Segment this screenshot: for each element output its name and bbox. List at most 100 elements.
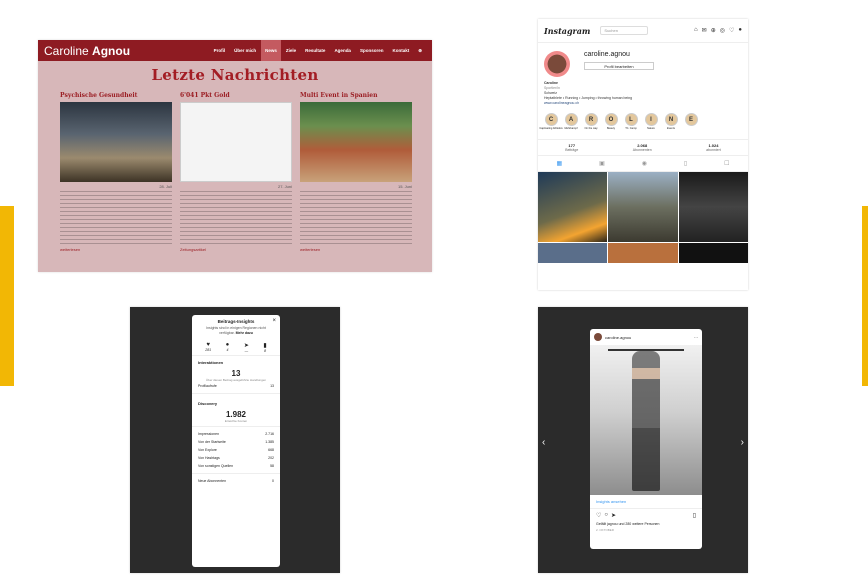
news-article[interactable]: Psychische Gesundheit 28. Juli weiterles… [60, 92, 172, 252]
menu-item-ueber-mich[interactable]: Über mich [230, 40, 260, 61]
menu-item-resultate[interactable]: Resultate [301, 40, 329, 61]
post-thumbnail[interactable] [538, 243, 608, 263]
bookmark-icon[interactable]: ▯ [693, 512, 696, 519]
post-thumbnail[interactable] [538, 172, 608, 242]
highlight-letter: N [664, 113, 678, 126]
stat-posts[interactable]: 177 Beiträge [565, 143, 578, 152]
divider [192, 473, 280, 474]
home-icon[interactable]: ⌂ [694, 27, 698, 34]
post-thumbnail[interactable] [608, 243, 678, 263]
highlight-item[interactable]: R On the way [584, 113, 598, 130]
instagram-post-screenshot: ‹ › caroline.agnou ⋯ Insights ansehen ♡ … [538, 307, 748, 573]
metric-row: Von sonstigen Quellen 58 [192, 462, 280, 470]
profile-name-block: caroline.agnou Profil bearbeiten [584, 51, 654, 77]
instagram-logo[interactable]: Instagram [544, 26, 590, 36]
stat-followers[interactable]: 2.068 Abonnenten [633, 143, 652, 152]
post-thumbnail[interactable] [678, 243, 748, 263]
read-more-link[interactable]: Zeitungsartikel [180, 247, 292, 252]
menu-item-kontakt[interactable]: Kontakt [388, 40, 413, 61]
highlight-item[interactable]: N Events [664, 113, 678, 130]
highlight-item[interactable]: I Nature [644, 113, 658, 130]
logo-last-name: Agnou [92, 43, 131, 58]
highlight-letter: O [604, 113, 618, 126]
highlight-item[interactable]: E [684, 113, 698, 130]
chevron-right-icon[interactable]: › [741, 437, 744, 448]
profile-username: caroline.agnou [584, 51, 630, 58]
read-more-link[interactable]: weiterlesen [300, 247, 412, 252]
stat-label: abonniert [706, 148, 721, 152]
post-username[interactable]: caroline.agnou [605, 335, 631, 340]
saved-icon[interactable]: ▯ [684, 160, 687, 167]
interactions-label[interactable]: Interaktionen [192, 356, 280, 369]
athlete-figure [632, 351, 660, 491]
row-value: 13 [270, 384, 274, 388]
menu-item-news[interactable]: News [261, 40, 281, 61]
discovery-sub: Erreichte Konten [224, 419, 248, 423]
saves-metric: ▮ 8 [263, 342, 266, 353]
news-article[interactable]: Multi Event in Spanien 15. Juni weiterle… [300, 92, 412, 252]
article-heading[interactable]: 6'041 Pkt Gold [180, 92, 292, 99]
interactions-value: 13 [231, 369, 241, 378]
discovery-label[interactable]: Discovery [192, 397, 280, 410]
igtv-icon[interactable]: ▣ [599, 160, 605, 167]
article-image[interactable] [60, 102, 172, 182]
share-icon[interactable]: ➤ [611, 512, 616, 519]
menu-item-ziele[interactable]: Ziele [282, 40, 300, 61]
comment-icon[interactable]: ○ [604, 512, 608, 519]
avatar-icon[interactable]: ● [738, 27, 742, 34]
website-screenshot: Caroline Agnou Profil Über mich News Zie… [38, 40, 432, 272]
new-post-icon[interactable]: ⊕ [711, 27, 716, 34]
logo-first-name: Caroline [44, 43, 89, 58]
menu-item-sponsoren[interactable]: Sponsoren [356, 40, 388, 61]
messages-icon[interactable]: ✉ [702, 27, 707, 34]
tagged-icon[interactable]: ☐ [724, 160, 729, 167]
search-icon[interactable]: ⊕ [414, 40, 426, 61]
article-image[interactable] [300, 102, 412, 182]
post-thumbnail[interactable] [678, 172, 748, 242]
edit-profile-button[interactable]: Profil bearbeiten [584, 62, 654, 70]
reels-icon[interactable]: ◉ [642, 160, 647, 167]
chevron-left-icon[interactable]: ‹ [542, 437, 545, 448]
article-date: 15. Juni [397, 184, 412, 189]
menu-item-profil[interactable]: Profil [210, 40, 230, 61]
search-input[interactable]: Suchen [600, 26, 649, 35]
post-thumbnail[interactable] [608, 172, 678, 242]
stat-following[interactable]: 1.024 abonniert [706, 143, 721, 152]
divider [192, 393, 280, 394]
learn-more-link[interactable]: Mehr dazu [236, 331, 253, 335]
accent-bar-left [0, 206, 14, 386]
highlight-item[interactable]: A Mehrkampf [564, 113, 578, 130]
avatar[interactable] [594, 333, 602, 341]
like-icon[interactable]: ♡ [596, 512, 601, 519]
close-icon[interactable]: × [272, 318, 276, 324]
news-article[interactable]: 6'041 Pkt Gold 27. Juni Zeitungsartikel [180, 92, 292, 252]
highlight-item[interactable]: O Beauty [604, 113, 618, 130]
heart-icon[interactable]: ♡ [729, 27, 734, 34]
post-header: caroline.agnou ⋯ [590, 329, 702, 345]
avatar[interactable] [544, 51, 570, 77]
article-heading[interactable]: Multi Event in Spanien [300, 92, 412, 99]
bio-link[interactable]: www.carolineagnou.ch [544, 101, 742, 106]
post-image[interactable] [590, 345, 702, 495]
highlight-letter: R [584, 113, 598, 126]
insights-modal: Beitrags-Insights × Insights sind in ein… [192, 315, 280, 567]
menu-item-agenda[interactable]: Agenda [330, 40, 355, 61]
article-image[interactable] [180, 102, 292, 182]
metric-row: Impressionen 2.716 [192, 430, 280, 438]
site-logo[interactable]: Caroline Agnou [44, 44, 130, 58]
grid-icon[interactable]: ▦ [556, 160, 562, 167]
article-heading[interactable]: Psychische Gesundheit [60, 92, 172, 99]
topbar-icons: ⌂ ✉ ⊕ ◎ ♡ ● [694, 27, 742, 34]
likes-metric: ♥ 281 [205, 342, 211, 353]
explore-icon[interactable]: ◎ [720, 27, 725, 34]
row-label: Impressionen [198, 432, 220, 436]
article-date: 28. Juli [159, 184, 172, 189]
more-options-icon[interactable]: ⋯ [694, 335, 698, 340]
view-insights-link[interactable]: Insights ansehen [590, 495, 702, 509]
highlight-letter: A [564, 113, 578, 126]
profile-stats: 177 Beiträge 2.068 Abonnenten 1.024 abonnie… [538, 139, 748, 156]
highlight-item[interactable]: L Trt. Camp [624, 113, 638, 130]
row-label: Von sonstigen Quellen [198, 464, 234, 468]
read-more-link[interactable]: weiterlesen [60, 247, 172, 252]
highlight-item[interactable]: C Captivating Athletics [539, 113, 563, 130]
